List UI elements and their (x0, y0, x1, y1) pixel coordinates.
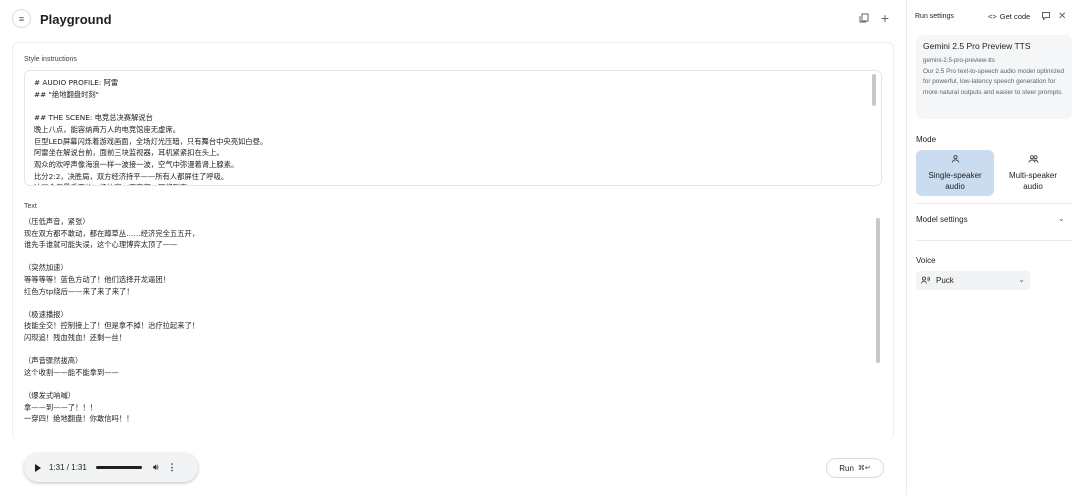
style-instructions-input[interactable]: # AUDIO PROFILE: 阿雷 ## "绝地翻盘时刻" ## THE S… (24, 70, 882, 186)
more-vert-icon[interactable]: ⋮ (167, 462, 176, 473)
chevron-down-icon[interactable]: ⌄ (1058, 214, 1065, 223)
get-code-label: Get code (999, 12, 1031, 21)
feedback-icon[interactable] (1041, 11, 1051, 23)
top-bar: ≡ Playground + (0, 0, 906, 36)
single-speaker-label-2: audio (945, 181, 965, 191)
run-settings-title: Run settings (915, 13, 954, 20)
audio-progress-bar[interactable] (95, 466, 142, 469)
volume-icon[interactable]: 🔊︎ (153, 462, 159, 473)
get-code-button[interactable]: <> Get code (988, 12, 1030, 21)
multi-speaker-label-2: audio (1023, 181, 1043, 191)
run-button-label: Run (839, 463, 854, 473)
people-icon (1027, 154, 1039, 167)
single-speaker-label-1: Single-speaker (928, 170, 982, 180)
close-icon[interactable]: ✕ (1058, 11, 1066, 22)
voice-select[interactable]: Puck ⌄ (916, 271, 1030, 290)
divider (916, 240, 1072, 241)
sidebar-toggle-icon[interactable]: ≡ (12, 9, 31, 28)
play-icon[interactable] (35, 463, 41, 472)
style-instructions-scrollbar[interactable] (872, 74, 876, 106)
model-id: gemini-2.5-pro-preview-tts (923, 57, 995, 64)
panel-divider (906, 0, 907, 495)
mode-label: Mode (916, 135, 937, 144)
voice-value: Puck (936, 276, 954, 285)
plus-icon[interactable]: + (878, 10, 892, 26)
text-input-content[interactable]: （压低声音，紧张） 现在双方都不敢动，都在蹲草丛……经济完全五五开， 谁先手谁就… (24, 216, 882, 425)
text-scrollbar[interactable] (876, 218, 880, 363)
model-card[interactable]: Gemini 2.5 Pro Preview TTS gemini-2.5-pr… (916, 35, 1072, 119)
text-label: Text (24, 203, 37, 210)
run-shortcut: ⌘↵ (857, 465, 871, 472)
multi-speaker-label-1: Multi-speaker (1008, 170, 1057, 180)
divider (916, 203, 1072, 204)
person-icon (951, 154, 960, 167)
style-instructions-text[interactable]: # AUDIO PROFILE: 阿雷 ## "绝地翻盘时刻" ## THE S… (34, 77, 872, 185)
model-description: Our 2.5 Pro text-to-speech audio model o… (923, 67, 1065, 96)
model-settings-toggle[interactable]: Model settings (916, 215, 968, 224)
text-input[interactable]: （压低声音，紧张） 现在双方都不敢动，都在蹲草丛……经济完全五五开， 谁先手谁就… (24, 216, 882, 426)
code-icon: <> (988, 12, 997, 21)
audio-player: 1:31 / 1:31 🔊︎ ⋮ (24, 453, 198, 482)
voice-label: Voice (916, 256, 936, 265)
voice-icon (921, 275, 930, 286)
copy-icon[interactable] (857, 11, 871, 25)
audio-time: 1:31 / 1:31 (49, 463, 87, 472)
chevron-down-icon: ⌄ (1018, 275, 1025, 284)
model-name: Gemini 2.5 Pro Preview TTS (923, 41, 1031, 51)
style-instructions-label: Style instructions (24, 56, 77, 63)
page-title: Playground (40, 12, 112, 27)
run-button[interactable]: Run ⌘↵ (826, 458, 884, 478)
multi-speaker-button[interactable]: Multi-speaker audio (994, 150, 1072, 196)
single-speaker-button[interactable]: Single-speaker audio (916, 150, 994, 196)
